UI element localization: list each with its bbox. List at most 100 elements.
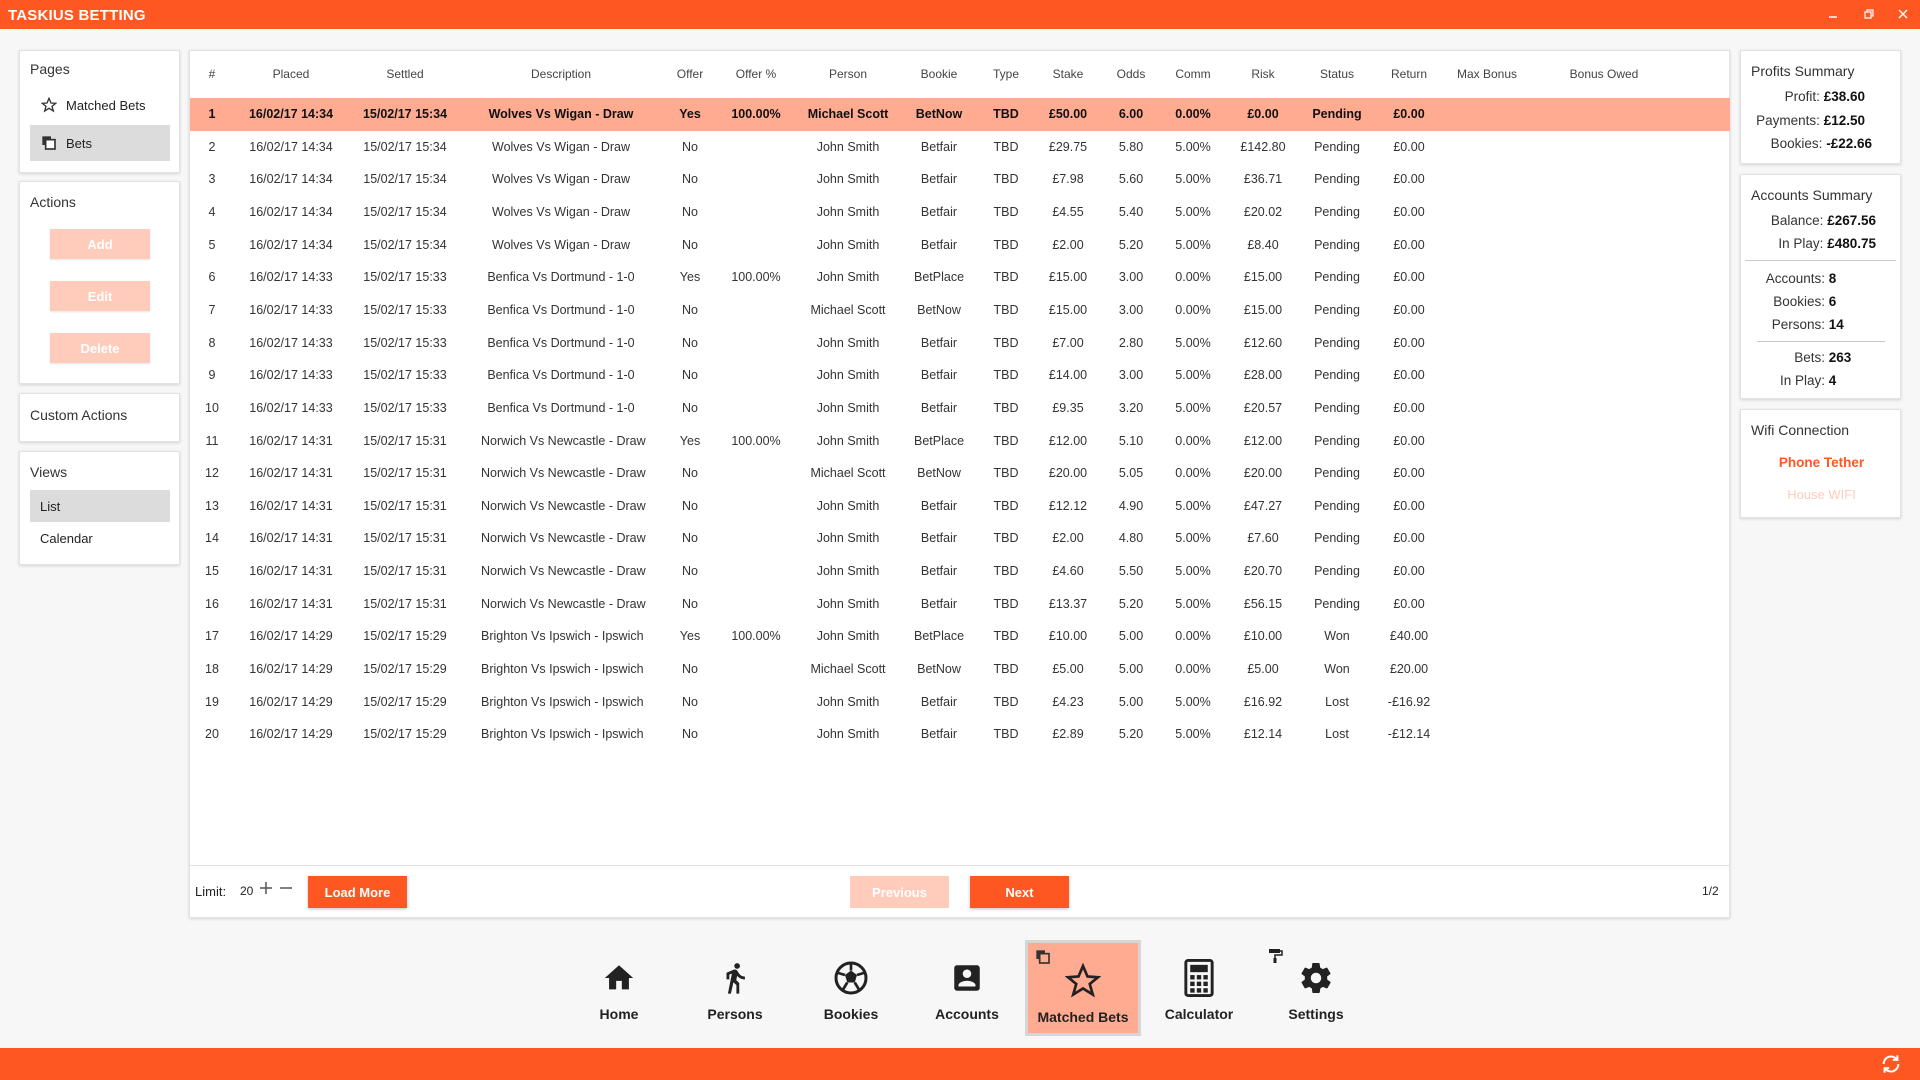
nav-label: Bets [66,135,93,151]
table-row[interactable]: 14 16/02/17 14:31 15/02/17 15:31 Norwich Vs… [190,522,1730,555]
summary-value: 263 [1828,350,1852,365]
summary-label: Payments: [1756,113,1820,128]
cell-bonus-owed [1524,653,1684,686]
cell-bonus-owed [1524,163,1684,196]
summary-value: £38.60 [1823,89,1865,104]
table-row[interactable]: 17 16/02/17 14:29 15/02/17 15:29 Brighton V… [190,620,1730,653]
cell-bonus-owed [1524,490,1684,523]
dock-persons[interactable]: Persons [677,940,793,1036]
cell-bonus-owed [1524,261,1684,294]
table-row[interactable]: 8 16/02/17 14:33 15/02/17 15:33 Benfica Vs … [190,327,1730,360]
cell-settled: 15/02/17 15:31 [363,433,447,448]
accounts-line: Accounts: 8 [1757,271,1837,286]
wifi-option-house-wifi[interactable]: House WIFI [1741,487,1902,502]
dock-home[interactable]: Home [561,940,677,1036]
app-title: TASKIUS BETTING [8,7,146,24]
summary-value: 8 [1828,271,1837,286]
gear-icon [1296,958,1336,998]
cell-bonus-owed [1524,131,1684,164]
refresh-icon[interactable] [1880,1053,1902,1078]
page-indicator: 1/2 [1702,884,1719,898]
cell-bonus-owed [1524,718,1684,751]
dock-settings[interactable]: Settings [1258,940,1374,1036]
walking-person-icon [715,958,755,998]
view-label: Calendar [40,530,93,546]
wifi-title: Wifi Connection [1751,422,1850,438]
cell-bonus-owed [1524,555,1684,588]
cell-settled: 15/02/17 15:29 [363,694,447,709]
custom-actions-title: Custom Actions [30,407,128,423]
table-row[interactable]: 13 16/02/17 14:31 15/02/17 15:31 Norwich Vs… [190,490,1730,523]
cell-bonus-owed [1524,196,1684,229]
summary-label: Accounts: [1765,271,1825,286]
dock-label: Matched Bets [1037,1009,1129,1025]
minimize-icon[interactable] [1824,5,1842,23]
cell-settled: 15/02/17 15:31 [363,596,447,611]
table-row[interactable]: 2 16/02/17 14:34 15/02/17 15:34 Wolves Vs W… [190,131,1730,164]
cell-bonus-owed [1524,327,1684,360]
minus-icon[interactable] [278,880,294,899]
dock-label: Calculator [1164,1006,1234,1022]
star-icon [1063,961,1103,1001]
cell-settled: 15/02/17 15:34 [362,107,448,121]
next-button[interactable]: Next [970,876,1069,908]
plus-icon[interactable] [258,880,274,899]
table-row[interactable]: 12 16/02/17 14:31 15/02/17 15:31 Norwich Vs… [190,457,1730,490]
account-box-icon [947,958,987,998]
in-play-count-line: In Play: 4 [1757,373,1836,388]
cell-bonus-owed [1524,229,1684,262]
cell-settled: 15/02/17 15:31 [363,531,447,546]
table-row[interactable]: 10 16/02/17 14:33 15/02/17 15:33 Benfica Vs… [190,392,1730,425]
summary-label: Bookies: [1773,294,1825,309]
cell-bonus-owed [1524,457,1684,490]
cell-settled: 15/02/17 15:34 [363,204,447,219]
cell-settled: 15/02/17 15:33 [363,368,447,383]
header-col-bonus-owed[interactable]: Bonus Owed [1524,67,1684,81]
table-row[interactable]: 6 16/02/17 14:33 15/02/17 15:33 Benfica Vs … [190,261,1730,294]
table-row[interactable]: 3 16/02/17 14:34 15/02/17 15:34 Wolves Vs W… [190,163,1730,196]
table-row[interactable]: 5 16/02/17 14:34 15/02/17 15:34 Wolves Vs W… [190,229,1730,262]
table-row[interactable]: 7 16/02/17 14:33 15/02/17 15:33 Benfica Vs … [190,294,1730,327]
table-row[interactable]: 16 16/02/17 14:31 15/02/17 15:31 Norwich Vs… [190,588,1730,621]
cell-bonus-owed [1524,98,1684,131]
summary-value: £480.75 [1827,236,1876,251]
title-bar: TASKIUS BETTING [0,0,1920,29]
dock-matched-bets[interactable]: Matched Bets [1025,940,1141,1036]
table-row[interactable]: 4 16/02/17 14:34 15/02/17 15:34 Wolves Vs W… [190,196,1730,229]
persons-line: Persons: 14 [1757,317,1844,332]
summary-label: In Play: [1778,236,1824,251]
paint-roller-icon [1268,948,1284,967]
summary-value: 4 [1828,373,1837,388]
dock-accounts[interactable]: Accounts [909,940,1025,1036]
previous-button[interactable]: Previous [850,876,949,908]
limit-value[interactable]: 20 [240,884,253,898]
views-title: Views [30,464,68,480]
profit-line: Profit: £38.60 [1785,89,1865,104]
summary-value: £12.50 [1823,113,1865,128]
table-row[interactable]: 15 16/02/17 14:31 15/02/17 15:31 Norwich Vs… [190,555,1730,588]
summary-value: £267.56 [1827,213,1876,228]
table-row[interactable]: 9 16/02/17 14:33 15/02/17 15:33 Benfica Vs … [190,359,1730,392]
table-row[interactable]: 20 16/02/17 14:29 15/02/17 15:29 Brighton V… [190,718,1730,751]
dock-bookies[interactable]: Bookies [793,940,909,1036]
copy-icon [1035,949,1051,968]
dock-calculator[interactable]: Calculator [1141,940,1257,1036]
restore-icon[interactable] [1860,5,1878,23]
summary-label: Bets: [1794,350,1825,365]
table-row[interactable]: 1 16/02/17 14:34 15/02/17 15:34 Wolves Vs W… [190,98,1730,131]
cell-settled: 15/02/17 15:33 [363,335,447,350]
table-row[interactable]: 11 16/02/17 14:31 15/02/17 15:31 Norwich Vs… [190,425,1730,458]
load-more-button[interactable]: Load More [308,876,407,908]
cell-settled: 15/02/17 15:29 [363,662,447,677]
cell-bonus-owed [1524,686,1684,719]
table-row[interactable]: 18 16/02/17 14:29 15/02/17 15:29 Brighton V… [190,653,1730,686]
calculator-icon [1179,958,1219,998]
table-row[interactable]: 19 16/02/17 14:29 15/02/17 15:29 Brighton V… [190,686,1730,719]
wifi-option-phone-tether[interactable]: Phone Tether [1741,455,1902,470]
actions-title: Actions [30,194,76,210]
header-col-settled[interactable]: Settled [325,67,485,81]
accounts-summary-panel: Accounts Summary Balance: £267.56 In Pla… [1740,174,1901,399]
balance-line: Balance: £267.56 [1771,213,1876,228]
copy-icon [40,134,58,152]
close-icon[interactable] [1894,5,1912,23]
